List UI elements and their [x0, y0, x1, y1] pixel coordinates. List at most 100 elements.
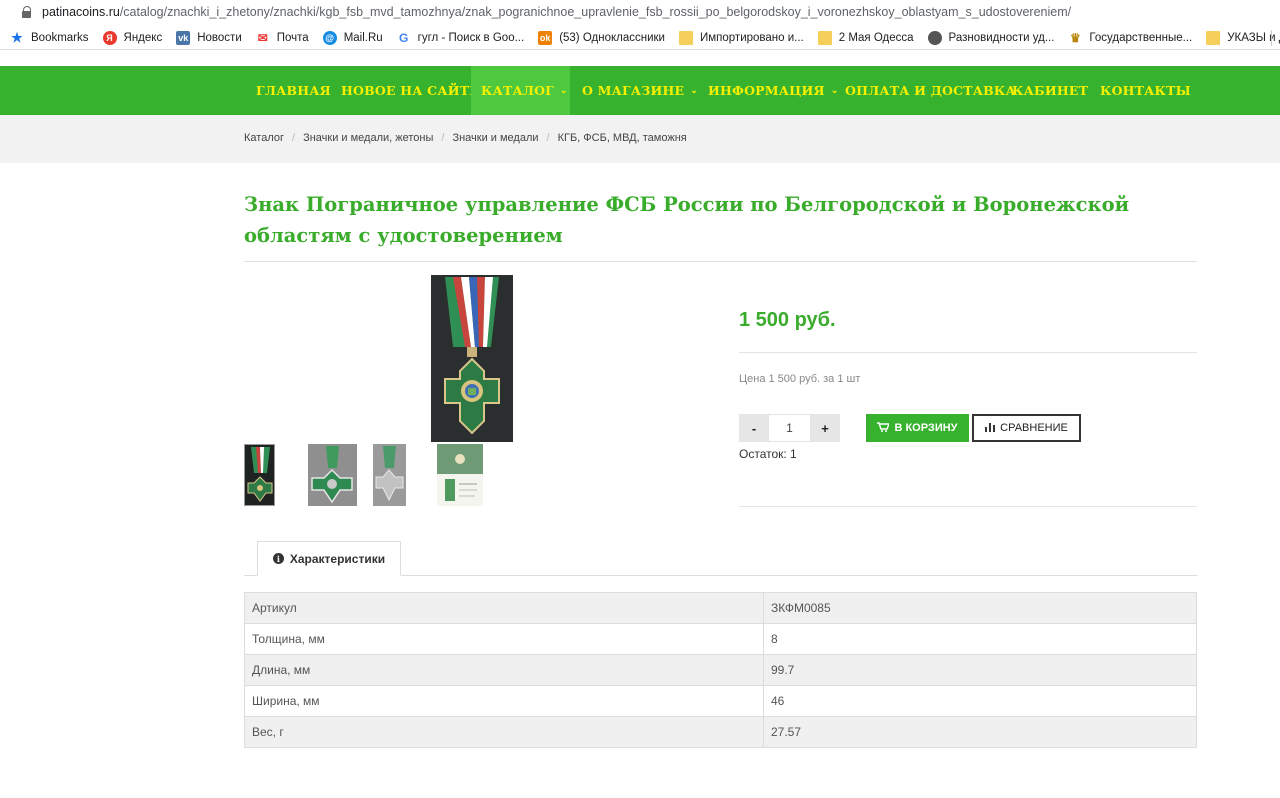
- bookmark-decrees[interactable]: УКАЗЫ и ДОКИ РФ: [1206, 30, 1280, 45]
- table-row: Длина, мм 99.7: [244, 654, 1197, 686]
- chevron-down-icon: ⌄: [690, 85, 698, 96]
- breadcrumb-separator: /: [546, 132, 550, 144]
- spec-value: 8: [763, 623, 1197, 655]
- thumbnail-image: [437, 444, 483, 506]
- spec-key: Вес, г: [244, 716, 764, 748]
- vk-icon: vk: [176, 30, 191, 45]
- nav-contacts[interactable]: КОНТАКТЫ: [1100, 66, 1191, 115]
- lock-icon: [22, 6, 32, 18]
- address-bar[interactable]: patinacoins.ru/catalog/znachki_i_zhetony…: [0, 0, 1280, 24]
- bookmark-mailru[interactable]: @ Mail.Ru: [322, 30, 383, 45]
- breadcrumb-catalog[interactable]: Каталог: [244, 132, 284, 144]
- compare-label: СРАВНЕНИЕ: [1000, 422, 1068, 434]
- quantity-input[interactable]: 1: [769, 414, 810, 442]
- stock-status: Остаток: 1: [739, 447, 797, 461]
- nav-label: ИНФОРМАЦИЯ: [708, 83, 825, 98]
- bookmark-google[interactable]: Gгугл - Поиск в Goo...: [397, 30, 525, 45]
- bookmark-yandex[interactable]: Я Яндекс: [102, 30, 162, 45]
- bookmark-label: Новости: [197, 31, 242, 44]
- folder-icon: [817, 30, 832, 45]
- nav-cabinet[interactable]: КАБИНЕТ: [1012, 66, 1088, 115]
- url-path: /catalog/znachki_i_zhetony/znachki/kgb_f…: [119, 5, 1072, 19]
- nav-label: КАБИНЕТ: [1012, 83, 1089, 98]
- bookmark-label: УКАЗЫ и ДОКИ РФ: [1227, 31, 1280, 44]
- bookmark-label: 2 Мая Одесса: [838, 31, 914, 44]
- bookmark-imported[interactable]: Импортировано и...: [678, 30, 804, 45]
- thumbnail-image: [311, 446, 353, 504]
- nav-label: НОВОЕ НА САЙТЕ: [341, 83, 479, 98]
- nav-label: КОНТАКТЫ: [1100, 83, 1191, 98]
- breadcrumb-badges-medals-tokens[interactable]: Значки и медали, жетоны: [303, 132, 433, 144]
- specs-table: Артикул ЗКФМ0085 Толщина, мм 8 Длина, мм 99…: [244, 592, 1197, 748]
- table-row: Толщина, мм 8: [244, 623, 1197, 655]
- spec-key: Толщина, мм: [244, 623, 764, 655]
- breadcrumb-separator: /: [292, 132, 296, 144]
- nav-info[interactable]: ИНФОРМАЦИЯ ⌄: [708, 66, 838, 115]
- bookmark-mail[interactable]: ✉ Почта: [256, 31, 309, 45]
- cart-icon: [877, 421, 891, 435]
- info-icon: i: [272, 553, 284, 564]
- nav-label: ГЛАВНАЯ: [256, 83, 331, 98]
- breadcrumb-bar: Каталог / Значки и медали, жетоны / Значки…: [0, 115, 1280, 163]
- add-to-cart-button[interactable]: В КОРЗИНУ: [866, 414, 969, 442]
- quantity-stepper: - 1 +: [739, 414, 840, 442]
- thumbnail-image: [375, 446, 404, 502]
- bookmark-varieties[interactable]: Разновидности уд...: [927, 30, 1055, 45]
- nav-label: ОПЛАТА И ДОСТАВКА: [845, 83, 1016, 98]
- breadcrumb-badges-medals[interactable]: Значки и медали: [452, 132, 538, 144]
- spec-value: 46: [763, 685, 1197, 717]
- product-thumbnail[interactable]: [437, 444, 483, 506]
- bookmark-label: Разновидности уд...: [948, 31, 1055, 44]
- bookmark-label: Импортировано и...: [699, 31, 804, 44]
- bookmark-news[interactable]: vk Новости: [176, 30, 242, 45]
- bookmark-label: Mail.Ru: [343, 31, 383, 44]
- bookmark-odnoklassniki[interactable]: ok (53) Одноклассники: [538, 30, 665, 45]
- google-icon: G: [399, 30, 409, 45]
- divider: [739, 352, 1197, 353]
- ok-icon: ok: [538, 30, 553, 45]
- bookmark-label: (53) Одноклассники: [559, 31, 665, 44]
- add-to-cart-label: В КОРЗИНУ: [894, 422, 958, 434]
- spec-key: Длина, мм: [244, 654, 764, 686]
- nav-home[interactable]: ГЛАВНАЯ: [256, 66, 331, 115]
- mailru-icon: @: [322, 30, 337, 45]
- bookmark-label: Государственные...: [1089, 31, 1193, 44]
- spec-key: Ширина, мм: [244, 685, 764, 717]
- medal-image: [431, 275, 513, 442]
- product-price: 1 500 руб.: [739, 309, 836, 331]
- bookmark-bookmarks[interactable]: ★ Bookmarks: [10, 29, 88, 45]
- unit-price: Цена 1 500 руб. за 1 шт: [739, 373, 861, 385]
- bookmark-label: гугл - Поиск в Goo...: [417, 31, 525, 44]
- quantity-decrease-button[interactable]: -: [739, 414, 769, 442]
- divider: [244, 261, 1197, 262]
- bookmark-odessa[interactable]: 2 Мая Одесса: [817, 30, 914, 45]
- quantity-increase-button[interactable]: +: [810, 414, 840, 442]
- product-thumbnail[interactable]: [308, 444, 357, 506]
- mail-icon: ✉: [257, 30, 268, 45]
- tab-characteristics[interactable]: i Характеристики: [257, 541, 401, 576]
- url-host: patinacoins.ru: [42, 5, 120, 19]
- globe-icon: [927, 30, 942, 45]
- spec-key: Артикул: [244, 592, 764, 624]
- spec-value: 99.7: [763, 654, 1197, 686]
- product-main-image[interactable]: [431, 275, 513, 442]
- nav-catalog[interactable]: КАТАЛОГ ⌄: [471, 66, 570, 115]
- bookmarks-divider: [1271, 30, 1272, 46]
- bookmark-state[interactable]: ♛ Государственные...: [1068, 31, 1192, 45]
- page-title: Знак Пограничное управление ФСБ России п…: [244, 193, 1130, 247]
- chevron-down-icon: ⌄: [560, 85, 568, 96]
- table-row: Артикул ЗКФМ0085: [244, 592, 1197, 624]
- product-thumbnail[interactable]: [373, 444, 406, 506]
- star-icon: ★: [11, 29, 23, 45]
- nav-new[interactable]: НОВОЕ НА САЙТЕ: [341, 66, 479, 115]
- breadcrumb-kgb-fsb[interactable]: КГБ, ФСБ, МВД, таможня: [558, 132, 687, 144]
- compare-button[interactable]: СРАВНЕНИЕ: [972, 414, 1081, 442]
- folder-icon: [1206, 30, 1221, 45]
- product-thumbnail[interactable]: [244, 444, 275, 506]
- spec-value: ЗКФМ0085: [763, 592, 1197, 624]
- bookmark-label: Почта: [276, 31, 309, 44]
- nav-label: О МАГАЗИНЕ: [582, 83, 685, 98]
- nav-about[interactable]: О МАГАЗИНЕ ⌄: [582, 66, 698, 115]
- nav-payment[interactable]: ОПЛАТА И ДОСТАВКА: [845, 66, 1016, 115]
- yandex-icon: Я: [102, 30, 117, 45]
